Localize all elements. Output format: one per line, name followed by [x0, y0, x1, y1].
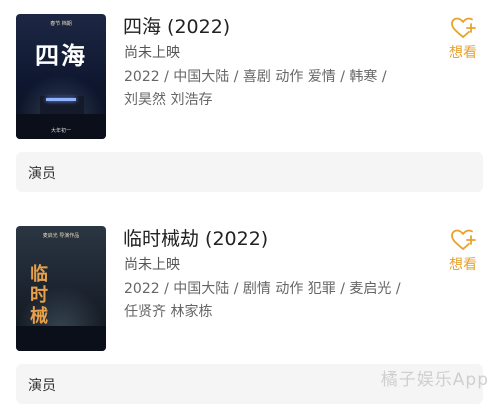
heart-plus-icon	[451, 229, 476, 250]
movie-card-sihai[interactable]: 春节 档期 四海 大年初一 四海 (2022) 尚未上映 2022 / 中国大陆…	[0, 0, 499, 200]
poster-top-text: 春节 档期	[50, 21, 72, 27]
poster-ground	[16, 326, 106, 351]
movie-title[interactable]: 四海 (2022)	[123, 12, 230, 39]
want-to-watch-button[interactable]: 想看	[440, 16, 486, 62]
actors-label: 演员	[28, 378, 56, 394]
movie-meta: 2022 / 中国大陆 / 剧情 动作 犯罪 / 麦启光 / 任贤齐 林家栋	[124, 281, 401, 320]
want-to-watch-label: 想看	[449, 257, 477, 273]
poster-bottom-text: 大年初一	[50, 128, 71, 134]
poster-lights	[46, 98, 76, 101]
heart-plus-icon	[451, 17, 476, 38]
movie-meta: 2022 / 中国大陆 / 喜剧 动作 爱情 / 韩寒 / 刘昊然 刘浩存	[124, 69, 387, 108]
movie-title[interactable]: 临时械劫 (2022)	[123, 224, 268, 251]
actors-label: 演员	[28, 166, 56, 182]
actors-bar[interactable]: 演员	[16, 152, 483, 192]
poster-top-text: 麦启光 导演作品	[42, 233, 80, 239]
movie-list: 春节 档期 四海 大年初一 四海 (2022) 尚未上映 2022 / 中国大陆…	[0, 0, 499, 410]
movie-poster[interactable]: 春节 档期 四海 大年初一	[16, 14, 106, 139]
movie-status: 尚未上映	[124, 257, 180, 273]
want-to-watch-button[interactable]: 想看	[440, 228, 486, 274]
watermark: 橘子娱乐App	[380, 370, 489, 390]
movie-poster[interactable]: 麦启光 导演作品 临时械劫	[16, 226, 106, 351]
poster-title: 四海	[35, 41, 87, 70]
want-to-watch-label: 想看	[449, 45, 477, 61]
movie-status: 尚未上映	[124, 45, 180, 61]
